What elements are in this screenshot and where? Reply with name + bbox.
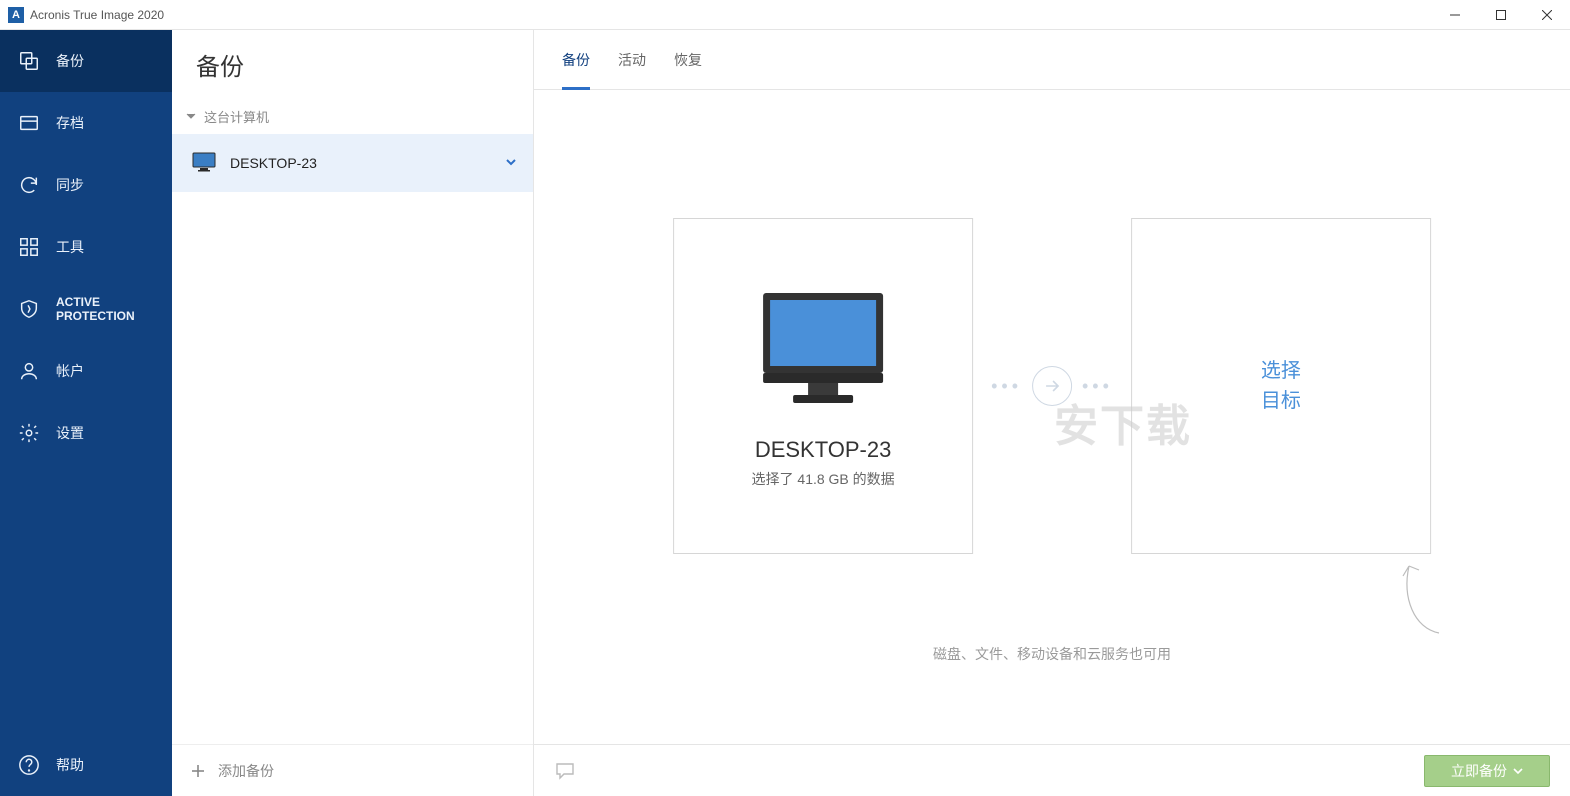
shield-icon: [18, 298, 40, 320]
bottom-bar: 立即备份: [534, 744, 1570, 796]
sidebar-item-settings[interactable]: 设置: [0, 402, 172, 464]
monitor-icon: [192, 152, 216, 175]
list-group-this-computer[interactable]: 这台计算机: [172, 98, 533, 134]
destination-line2: 目标: [1261, 386, 1301, 416]
account-icon: [18, 360, 40, 382]
sidebar-item-label: 存档: [56, 113, 84, 133]
sidebar-item-label: 帐户: [56, 361, 84, 381]
sidebar-item-help[interactable]: 帮助: [0, 734, 172, 796]
sidebar-item-tools[interactable]: 工具: [0, 216, 172, 278]
sidebar-item-label: 备份: [56, 51, 84, 71]
gear-icon: [18, 422, 40, 444]
add-backup-button[interactable]: 添加备份: [172, 744, 533, 796]
backup-list-pane: 备份 这台计算机 DESKTOP-23 添加备份: [172, 30, 534, 796]
main-pane: 备份 活动 恢复 DESKTOP-23 选择了 41.8 GB 的数据: [534, 30, 1570, 796]
destination-card[interactable]: 选择 目标: [1131, 218, 1431, 554]
sidebar-item-sync[interactable]: 同步: [0, 154, 172, 216]
sidebar-item-label: 工具: [56, 237, 84, 257]
app-logo-icon: A: [8, 7, 24, 23]
list-group-label: 这台计算机: [204, 107, 269, 126]
chevron-down-icon: [186, 111, 196, 121]
sidebar: 备份 存档 同步 工具 ACTIVEPROTECTION 帐户 设置: [0, 30, 172, 796]
tab-activity[interactable]: 活动: [618, 30, 646, 90]
tab-backup[interactable]: 备份: [562, 30, 590, 90]
comment-icon: [554, 761, 576, 781]
dots-icon: •••: [991, 376, 1022, 397]
source-card[interactable]: DESKTOP-23 选择了 41.8 GB 的数据: [673, 218, 973, 554]
backup-list-item[interactable]: DESKTOP-23: [172, 134, 533, 192]
tab-label: 恢复: [674, 50, 702, 70]
dots-icon: •••: [1082, 376, 1113, 397]
chevron-down-icon[interactable]: [505, 155, 517, 171]
backup-content: DESKTOP-23 选择了 41.8 GB 的数据 ••• ••• 选择 目标…: [534, 90, 1570, 744]
sidebar-item-label: ACTIVEPROTECTION: [56, 295, 135, 324]
tab-label: 备份: [562, 50, 590, 70]
sidebar-item-label: 帮助: [56, 755, 84, 775]
hint-text: 磁盘、文件、移动设备和云服务也可用: [534, 644, 1570, 664]
list-title: 备份: [172, 30, 533, 98]
source-subtitle: 选择了 41.8 GB 的数据: [752, 469, 895, 489]
destination-line1: 选择: [1261, 356, 1301, 386]
sidebar-item-label: 同步: [56, 175, 84, 195]
archive-icon: [18, 112, 40, 134]
backup-now-label: 立即备份: [1451, 761, 1507, 781]
minimize-button[interactable]: [1432, 0, 1478, 30]
chevron-down-icon: [1513, 766, 1523, 776]
titlebar: A Acronis True Image 2020: [0, 0, 1570, 30]
tab-recovery[interactable]: 恢复: [674, 30, 702, 90]
app-title: Acronis True Image 2020: [30, 8, 1432, 22]
backup-icon: [18, 50, 40, 72]
hint-arrow-icon: [1394, 558, 1454, 643]
sidebar-item-archive[interactable]: 存档: [0, 92, 172, 154]
maximize-button[interactable]: [1478, 0, 1524, 30]
computer-icon: [748, 283, 898, 413]
sidebar-item-backup[interactable]: 备份: [0, 30, 172, 92]
backup-now-button[interactable]: 立即备份: [1424, 755, 1550, 787]
flow-arrow: ••• •••: [991, 366, 1113, 406]
sync-icon: [18, 174, 40, 196]
add-backup-label: 添加备份: [218, 761, 274, 781]
tab-label: 活动: [618, 50, 646, 70]
tools-icon: [18, 236, 40, 258]
comment-button[interactable]: [554, 761, 576, 781]
close-button[interactable]: [1524, 0, 1570, 30]
help-icon: [18, 754, 40, 776]
sidebar-item-label: 设置: [56, 423, 84, 443]
tabs: 备份 活动 恢复: [534, 30, 1570, 90]
plus-icon: [190, 763, 206, 779]
backup-item-name: DESKTOP-23: [230, 155, 491, 171]
sidebar-item-account[interactable]: 帐户: [0, 340, 172, 402]
sidebar-item-active-protection[interactable]: ACTIVEPROTECTION: [0, 278, 172, 340]
arrow-right-icon: [1032, 366, 1072, 406]
source-name: DESKTOP-23: [755, 437, 892, 463]
